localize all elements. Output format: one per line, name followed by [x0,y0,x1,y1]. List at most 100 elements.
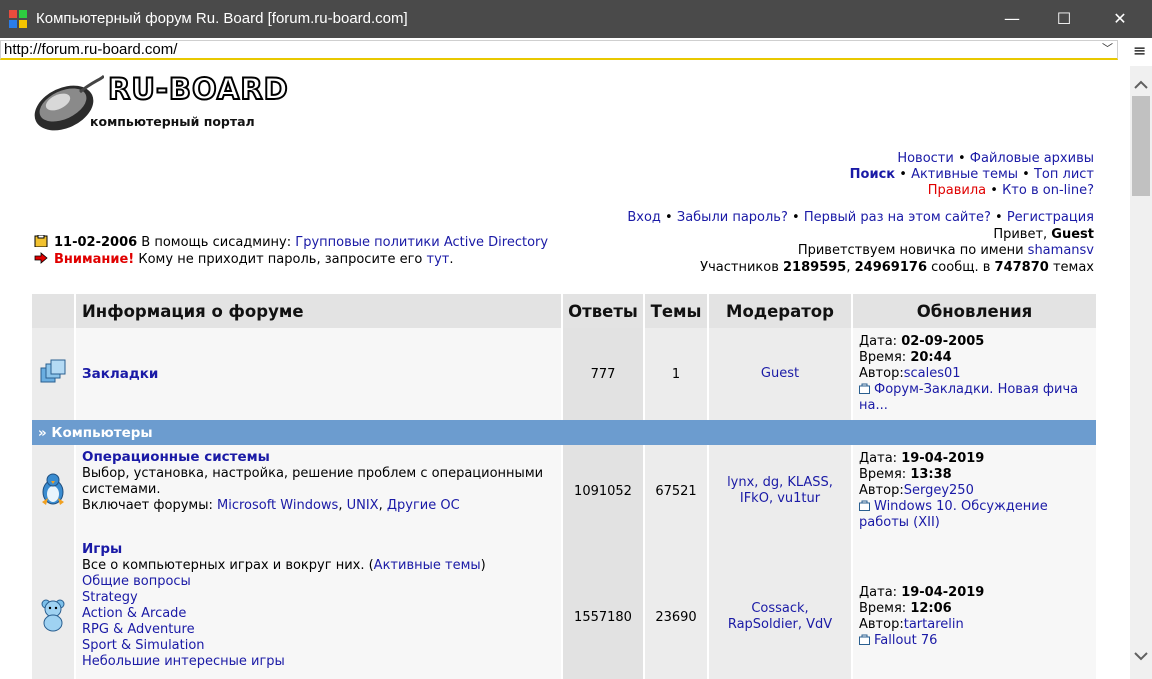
forgot-password-link[interactable]: Забыли пароль? [677,210,788,225]
forum-table: Информация о форуме Ответы Темы Модерато… [30,294,1098,679]
nav-files-link[interactable]: Файловые архивы [970,151,1094,166]
subforum-link[interactable]: Sport & Simulation [82,638,205,653]
table-row: Операционные системы Выбор, установка, н… [32,445,1096,537]
subforum-link[interactable]: Microsoft Windows [217,498,338,513]
nav-rules-link[interactable]: Правила [928,183,986,198]
scroll-up-icon[interactable] [1130,74,1152,96]
bullet: • [995,210,1003,225]
subforum-link[interactable]: Общие вопросы [82,574,191,589]
category-computers[interactable]: » Компьютеры [32,420,1096,445]
author-link[interactable]: tartarelin [904,617,964,632]
members-count: 2189595 [783,259,847,275]
news-block: 11-02-2006 В помощь сисадмину: Групповые… [34,235,548,268]
active-topics-link[interactable]: Активные темы [374,558,481,573]
forum-link-bookmarks[interactable]: Закладки [82,366,158,382]
top-navigation: Новости • Файловые архивы Поиск • Активн… [850,151,1094,199]
post-icon [859,383,870,394]
scroll-down-icon[interactable] [1130,646,1152,668]
posts-label: сообщ. в [931,259,991,275]
first-time-link[interactable]: Первый раз на этом сайте? [804,210,991,225]
window-title: Компьютерный форум Ru. Board [forum.ru-b… [36,10,408,27]
forum-link-os[interactable]: Операционные системы [82,449,270,465]
last-post-link[interactable]: Windows 10. Обсуждение работы (XII) [859,499,1048,530]
forum-link-games[interactable]: Игры [82,541,122,557]
nav-search-link[interactable]: Поиск [850,167,895,182]
topics-count: 23690 [645,537,707,679]
subforum-link[interactable]: Strategy [82,590,138,605]
last-post-link[interactable]: Fallout 76 [874,633,937,648]
news-link[interactable]: Групповые политики Active Directory [295,235,548,250]
site-logo[interactable]: RU-BOARD компьютерный портал [30,71,290,134]
header-replies: Ответы [563,294,643,328]
table-header: Информация о форуме Ответы Темы Модерато… [32,294,1096,328]
topics-count: 747870 [994,259,1049,275]
subforum-link[interactable]: RPG & Adventure [82,622,195,637]
teddy-bear-icon [41,599,65,632]
news-date: 11-02-2006 [54,235,138,250]
login-link[interactable]: Вход [627,210,661,225]
replies-count: 777 [563,328,643,420]
update-date: 19-04-2019 [901,585,985,600]
header-moderator: Модератор [709,294,851,328]
bullet: • [899,167,907,182]
author-link[interactable]: scales01 [904,366,961,381]
update-time: 20:44 [910,350,952,365]
menu-icon[interactable]: ≡ [1133,41,1146,60]
moderator-link[interactable]: lynx, dg, KLASS, [727,475,833,490]
bullet: • [792,210,800,225]
warning-label: Внимание! [54,251,135,267]
update-date: 19-04-2019 [901,451,985,466]
bookmarks-icon [40,359,66,383]
penguin-icon [42,473,64,505]
moderator-link[interactable]: Cossack, [751,601,808,616]
topics-count: 1 [645,328,707,420]
url-input[interactable]: http://forum.ru-board.com/ ﹀ [0,40,1118,60]
greeting-text: Привет, [993,226,1048,242]
news-text: В помощь сисадмину: [141,235,292,250]
category-row: » Компьютеры [32,420,1096,445]
newbie-link[interactable]: shamansv [1028,243,1094,258]
close-button[interactable]: ✕ [1092,0,1148,38]
moderator-link[interactable]: RapSoldier, VdV [728,617,832,632]
warning-link[interactable]: тут [427,252,450,267]
topics-count: 67521 [645,445,707,537]
header-updates: Обновления [853,294,1096,328]
replies-count: 1557180 [563,537,643,679]
page-content: RU-BOARD компьютерный портал Новости • Ф… [0,64,1130,679]
maximize-button[interactable]: ☐ [1036,0,1092,38]
moderator-link[interactable]: Guest [761,366,799,381]
author-link[interactable]: Sergey250 [904,483,974,498]
logo-text: RU-BOARD [107,71,289,107]
guest-name: Guest [1051,226,1094,242]
nav-top-link[interactable]: Топ лист [1034,167,1094,182]
minimize-button[interactable]: — [984,0,1040,38]
chevron-down-icon[interactable]: ﹀ [1102,41,1113,58]
last-post-link[interactable]: Форум-Закладки. Новая фича на... [859,382,1078,413]
bullet: • [665,210,673,225]
header-topics: Темы [645,294,707,328]
vertical-scrollbar[interactable] [1130,66,1152,679]
replies-count: 1091052 [563,445,643,537]
moderator-link[interactable]: IFkO, vu1tur [740,491,820,506]
header-icon-col [32,294,74,328]
forum-description: Выбор, установка, настройка, решение про… [82,466,544,497]
window-titlebar: Компьютерный форум Ru. Board [forum.ru-b… [0,0,1152,38]
app-icon [9,10,27,28]
nav-online-link[interactable]: Кто в on-line? [1002,183,1094,198]
warning-text: Кому не приходит пароль, запросите его [138,251,423,267]
subforum-link[interactable]: Небольшие интересные игры [82,654,285,669]
header-info: Информация о форуме [76,294,561,328]
scroll-thumb[interactable] [1132,96,1150,196]
nav-news-link[interactable]: Новости [897,151,954,166]
bullet: • [957,151,966,166]
nav-active-link[interactable]: Активные темы [911,167,1018,182]
table-row: Закладки 777 1 Guest Дата: 02-09-2005 Вр… [32,328,1096,420]
welcome-text: Приветствуем новичка по имени [797,243,1024,258]
subforum-link[interactable]: Другие ОС [387,498,460,513]
post-icon [859,500,870,511]
subforum-link[interactable]: Action & Arcade [82,606,186,621]
bullet: • [990,183,998,198]
subforum-link[interactable]: UNIX [347,498,379,513]
bullet: • [1022,167,1030,182]
register-link[interactable]: Регистрация [1007,210,1094,225]
